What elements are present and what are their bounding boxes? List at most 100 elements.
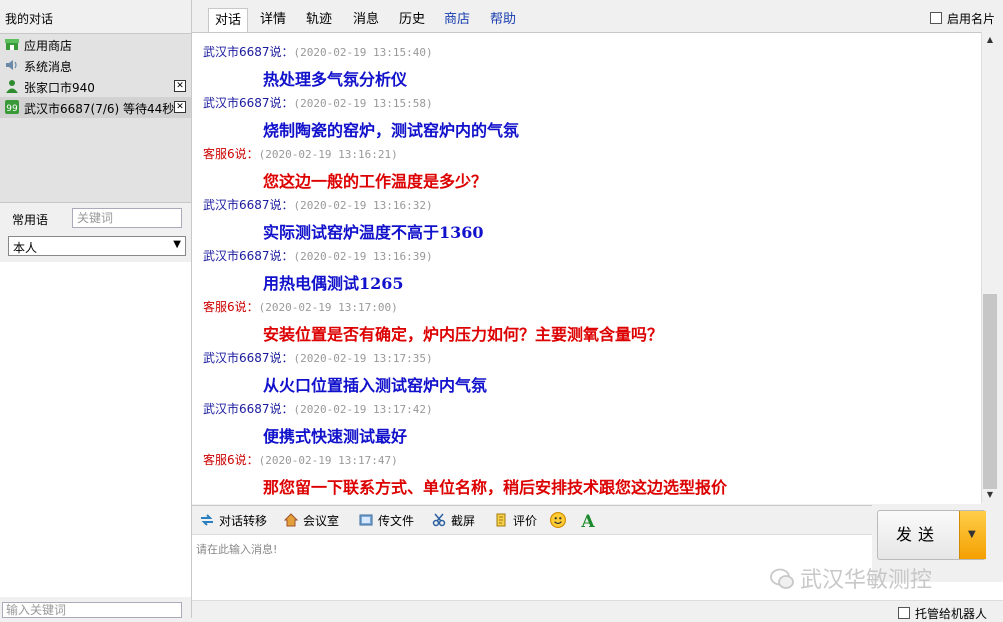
close-icon[interactable]: ✕: [174, 80, 186, 92]
phrase-list: [0, 262, 191, 597]
conversation-list: 应用商店 系统消息 张家口市940 ✕ 99 武汉市6687(7/6) 等待44…: [0, 33, 191, 203]
chat-message: 武汉市6687说：(2020-02-19 13:15:58) 烧制陶瓷的窑炉，测…: [203, 94, 519, 141]
rate-button[interactable]: 评价: [494, 512, 537, 529]
message-input-placeholder: 请在此输入消息!: [196, 543, 278, 556]
watermark-text: 武汉华敏测控: [800, 568, 933, 593]
chat-message: 客服6说：(2020-02-19 13:17:47) 那您留一下联系方式、单位名…: [203, 451, 727, 498]
scrollbar-thumb[interactable]: [983, 294, 997, 489]
chat-toolbar: 对话转移 会议室 传文件 截屏 评价 A: [192, 505, 872, 534]
message-text: 您这边一般的工作温度是多少？: [263, 172, 488, 191]
my-conversations-title: 我的对话: [5, 12, 54, 26]
business-card-toggle[interactable]: 启用名片: [930, 10, 995, 27]
conversation-label: 张家口市940: [24, 81, 95, 95]
conversation-label: 应用商店: [24, 39, 73, 53]
chat-message: 武汉市6687说：(2020-02-19 13:16:32) 实际测试窑炉温度不…: [203, 196, 484, 243]
message-text: 实际测试窑炉温度不高于1360: [263, 223, 484, 242]
chat-bubble-icon: 99: [5, 100, 19, 114]
message-sender: 武汉市6687说：: [203, 198, 294, 212]
screenshot-label: 截屏: [451, 514, 476, 528]
scissors-icon: [432, 513, 446, 527]
tab-history[interactable]: 历史: [395, 8, 429, 32]
conversation-label: 系统消息: [24, 60, 73, 74]
send-file-button[interactable]: 传文件: [359, 512, 414, 529]
message-timestamp: (2020-02-19 13:16:21): [258, 148, 398, 161]
checkbox[interactable]: [930, 12, 942, 24]
message-timestamp: (2020-02-19 13:16:32): [293, 199, 433, 212]
message-timestamp: (2020-02-19 13:17:35): [293, 352, 433, 365]
message-sender: 客服6说：: [203, 453, 259, 467]
message-text: 热处理多气氛分析仪: [263, 70, 408, 89]
user-icon: [6, 80, 18, 93]
send-button[interactable]: 发送 ▼: [877, 510, 986, 560]
meeting-room-button[interactable]: 会议室: [284, 512, 339, 529]
message-timestamp: (2020-02-19 13:17:47): [258, 454, 398, 467]
message-sender: 客服6说：: [203, 147, 259, 161]
chat-message: 客服6说：(2020-02-19 13:16:21) 您这边一般的工作温度是多少…: [203, 145, 487, 192]
emoji-button[interactable]: [550, 512, 571, 529]
meeting-room-label: 会议室: [303, 514, 340, 528]
smiley-icon: [550, 512, 566, 528]
keyword-search-input[interactable]: 输入关键词: [2, 602, 182, 618]
tab-store[interactable]: 商店: [440, 8, 474, 32]
tab-track[interactable]: 轨迹: [302, 8, 336, 32]
message-sender: 武汉市6687说：: [203, 351, 294, 365]
chat-message: 客服6说：(2020-02-19 13:17:00) 安装位置是否有确定，炉内压…: [203, 298, 663, 345]
file-icon: [359, 514, 373, 526]
message-timestamp: (2020-02-19 13:16:39): [293, 250, 433, 263]
font-icon: A: [580, 512, 595, 528]
store-icon: [5, 39, 19, 50]
font-button[interactable]: A: [580, 512, 601, 529]
conversation-item-wuhan[interactable]: 99 武汉市6687(7/6) 等待44秒 ✕: [0, 97, 191, 118]
tab-details[interactable]: 详情: [256, 8, 290, 32]
conversation-item-system-messages[interactable]: 系统消息: [0, 55, 191, 76]
message-timestamp: (2020-02-19 13:15:58): [293, 97, 433, 110]
rating-icon: [496, 513, 506, 527]
message-timestamp: (2020-02-19 13:17:00): [258, 301, 398, 314]
message-sender: 客服6说：: [203, 300, 259, 314]
phrase-scope-select[interactable]: 本人 ▼: [8, 236, 186, 256]
message-text: 烧制陶瓷的窑炉，测试窑炉内的气氛: [263, 121, 520, 140]
common-phrases-label: 常用语: [12, 213, 49, 227]
rate-label: 评价: [513, 514, 538, 528]
message-text: 用热电偶测试1265: [263, 274, 404, 293]
watermark: 武汉华敏测控: [770, 562, 932, 594]
chat-scrollbar[interactable]: ▲ ▼: [981, 32, 998, 503]
svg-text:A: A: [580, 512, 595, 528]
business-card-label: 启用名片: [947, 12, 996, 26]
screenshot-button[interactable]: 截屏: [432, 512, 475, 529]
close-icon[interactable]: ✕: [174, 101, 186, 113]
scroll-up-icon[interactable]: ▲: [982, 32, 998, 48]
chat-message: 武汉市6687说：(2020-02-19 13:17:42) 便携式快速测试最好: [203, 400, 433, 447]
checkbox[interactable]: [898, 607, 910, 619]
scroll-down-icon[interactable]: ▼: [982, 487, 998, 503]
status-bar: 托管给机器人: [192, 600, 1003, 622]
send-button-label: 发送: [895, 525, 940, 544]
message-sender: 武汉市6687说：: [203, 249, 294, 263]
transfer-label: 对话转移: [219, 514, 268, 528]
phrase-search-input[interactable]: 关键词: [72, 208, 182, 228]
robot-hosting-toggle[interactable]: 托管给机器人: [898, 605, 987, 622]
chat-message: 武汉市6687说：(2020-02-19 13:17:35) 从火口位置插入测试…: [203, 349, 487, 396]
tab-conversation[interactable]: 对话: [208, 8, 248, 33]
tab-messages[interactable]: 消息: [349, 8, 383, 32]
chat-log: 武汉市6687说：(2020-02-19 13:15:40) 热处理多气氛分析仪…: [192, 32, 981, 504]
chevron-down-icon: ▼: [968, 529, 976, 540]
message-text: 那您留一下联系方式、单位名称，稍后安排技术跟您这边选型报价: [263, 478, 728, 497]
send-options-dropdown[interactable]: ▼: [959, 511, 986, 559]
message-sender: 武汉市6687说：: [203, 96, 294, 110]
transfer-button[interactable]: 对话转移: [200, 512, 267, 529]
left-panel: 我的对话 应用商店 系统消息 张家口市940 ✕ 99 武汉市6687(7/6)…: [0, 0, 192, 618]
conversation-item-zhangjiakou[interactable]: 张家口市940 ✕: [0, 76, 191, 97]
message-sender: 武汉市6687说：: [203, 45, 294, 59]
message-text: 安装位置是否有确定，炉内压力如何？主要测氧含量吗？: [263, 325, 664, 344]
conversation-item-app-store[interactable]: 应用商店: [0, 34, 191, 55]
transfer-icon: [201, 514, 213, 526]
conversation-label: 武汉市6687(7/6) 等待44秒: [24, 102, 175, 116]
tab-help[interactable]: 帮助: [486, 8, 520, 32]
speaker-icon: [6, 60, 17, 70]
chat-message: 武汉市6687说：(2020-02-19 13:15:40) 热处理多气氛分析仪: [203, 43, 433, 90]
home-icon: [284, 513, 298, 527]
message-text: 从火口位置插入测试窑炉内气氛: [263, 376, 488, 395]
message-text: 便携式快速测试最好: [263, 427, 408, 446]
chevron-down-icon: ▼: [173, 239, 181, 250]
